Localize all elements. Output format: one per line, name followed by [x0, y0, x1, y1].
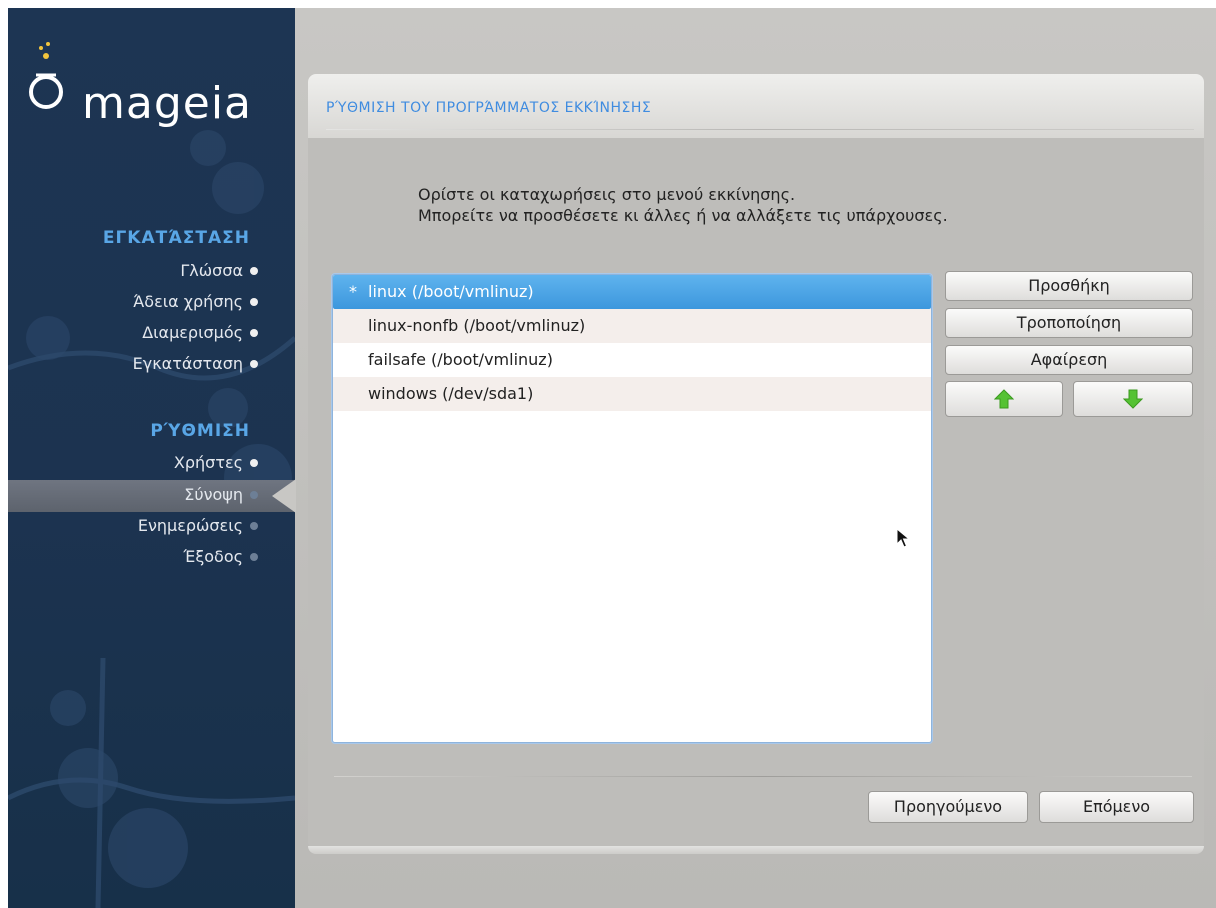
green-arrow-up-icon — [993, 389, 1015, 409]
entry-label: linux-nonfb (/boot/vmlinuz) — [368, 316, 586, 335]
step-done-dot — [250, 329, 258, 337]
mageia-wordmark: mageia — [82, 78, 253, 129]
move-down-button[interactable] — [1073, 381, 1193, 417]
instruction-line: Μπορείτε να προσθέσετε κι άλλες ή να αλλ… — [418, 206, 948, 225]
step-exit: Έξοδος — [183, 542, 258, 572]
mouse-pointer-icon — [896, 528, 911, 548]
sidebar: mageia ΕΓΚΑΤΆΣΤΑΣΗ Γλώσσα Άδεια χρήσης Δ… — [8, 8, 295, 908]
step-pending-dot — [250, 553, 258, 561]
boot-entry-linux-nonfb[interactable]: linux-nonfb (/boot/vmlinuz) — [333, 309, 931, 343]
boot-entry-list[interactable]: * linux (/boot/vmlinuz) linux-nonfb (/boo… — [332, 274, 932, 743]
add-button[interactable]: Προσθήκη — [945, 271, 1193, 301]
step-pending-dot — [250, 522, 258, 530]
section-installation-title: ΕΓΚΑΤΆΣΤΑΣΗ — [102, 228, 250, 248]
move-up-button[interactable] — [945, 381, 1063, 417]
step-updates: Ενημερώσεις — [138, 511, 258, 541]
step-label: Χρήστες — [173, 453, 243, 472]
boot-entry-windows[interactable]: windows (/dev/sda1) — [333, 377, 931, 411]
section-configuration-title: ΡΎΘΜΙΣΗ — [150, 421, 250, 441]
step-label: Άδεια χρήσης — [133, 292, 243, 311]
step-label: Διαμερισμός — [142, 323, 243, 342]
title-divider — [326, 129, 1194, 130]
green-arrow-down-icon — [1122, 389, 1144, 409]
panel-header: ΡΎΘΜΙΣΗ ΤΟΥ ΠΡΟΓΡΆΜΜΑΤΟΣ ΕΚΚΊΝΗΣΗΣ — [308, 74, 1204, 138]
step-install: Εγκατάσταση — [133, 349, 258, 379]
step-summary: Σύνοψη — [184, 480, 258, 510]
step-label: Γλώσσα — [180, 261, 243, 280]
step-users: Χρήστες — [174, 448, 258, 478]
step-language: Γλώσσα — [180, 256, 258, 286]
step-done-dot — [250, 267, 258, 275]
next-button[interactable]: Επόμενο — [1039, 791, 1194, 823]
boot-entry-failsafe[interactable]: failsafe (/boot/vmlinuz) — [333, 343, 931, 377]
instructions: Ορίστε οι καταχωρήσεις στο μενού εκκίνησ… — [418, 184, 948, 226]
page-title: ΡΎΘΜΙΣΗ ΤΟΥ ΠΡΟΓΡΆΜΜΑΤΟΣ ΕΚΚΊΝΗΣΗΣ — [326, 100, 652, 116]
step-label: Έξοδος — [183, 547, 243, 566]
entry-label: windows (/dev/sda1) — [368, 384, 534, 403]
entry-label: linux (/boot/vmlinuz) — [368, 282, 534, 301]
modify-button[interactable]: Τροποποίηση — [945, 308, 1193, 338]
step-partitioning: Διαμερισμός — [142, 318, 258, 348]
current-step-pointer — [272, 479, 296, 513]
remove-button[interactable]: Αφαίρεση — [945, 345, 1193, 375]
step-done-dot — [250, 360, 258, 368]
default-marker: * — [349, 282, 357, 301]
previous-button[interactable]: Προηγούμενο — [868, 791, 1028, 823]
step-label: Ενημερώσεις — [137, 516, 243, 535]
instruction-line: Ορίστε οι καταχωρήσεις στο μενού εκκίνησ… — [418, 185, 796, 204]
step-label: Σύνοψη — [184, 485, 243, 504]
step-done-dot — [250, 459, 258, 467]
step-label: Εγκατάσταση — [132, 354, 243, 373]
boot-entry-linux[interactable]: * linux (/boot/vmlinuz) — [333, 275, 931, 309]
footer-divider — [334, 776, 1192, 777]
panel-bottom-edge — [308, 846, 1204, 854]
step-license: Άδεια χρήσης — [133, 287, 258, 317]
entry-label: failsafe (/boot/vmlinuz) — [368, 350, 553, 369]
mageia-logo: mageia — [24, 38, 284, 129]
step-done-dot — [250, 298, 258, 306]
mageia-cauldron-icon — [29, 42, 63, 109]
step-current-dot — [250, 491, 258, 499]
bootloader-panel: ΡΎΘΜΙΣΗ ΤΟΥ ΠΡΟΓΡΆΜΜΑΤΟΣ ΕΚΚΊΝΗΣΗΣ Ορίστ… — [308, 74, 1204, 850]
installer-screen: mageia ΕΓΚΑΤΆΣΤΑΣΗ Γλώσσα Άδεια χρήσης Δ… — [8, 8, 1216, 908]
